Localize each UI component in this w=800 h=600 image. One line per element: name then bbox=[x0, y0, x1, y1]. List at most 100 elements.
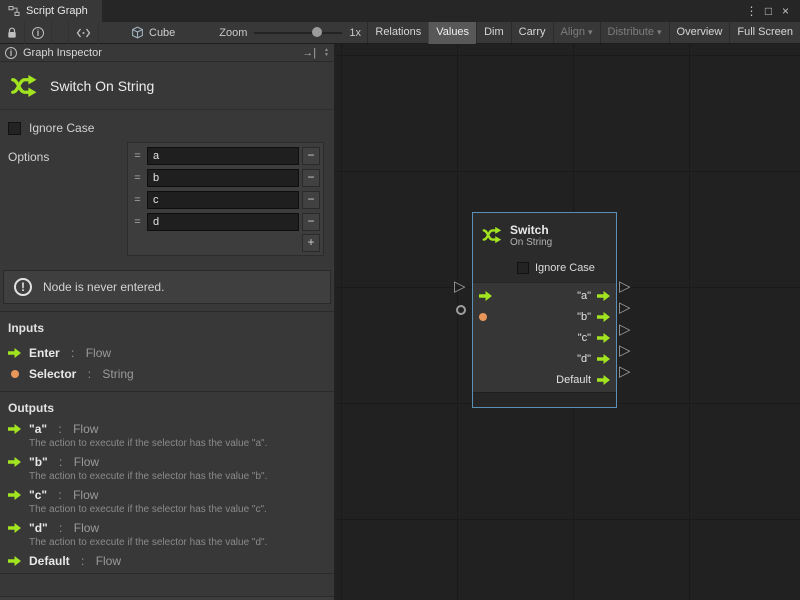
inspector-node-title-row: Switch On String bbox=[0, 62, 334, 110]
output-item-d: "d" : Flow The action to execute if the … bbox=[0, 521, 334, 548]
lock-button[interactable] bbox=[0, 22, 25, 44]
port-row-c: "c" bbox=[473, 327, 616, 348]
flow-arrow-icon[interactable] bbox=[597, 375, 610, 385]
output-name: Default bbox=[29, 554, 70, 568]
drag-handle-icon[interactable]: = bbox=[131, 216, 144, 228]
graph-target-selector[interactable]: Cube bbox=[125, 22, 181, 44]
remove-option-button[interactable]: − bbox=[302, 147, 320, 165]
flow-arrow-icon bbox=[8, 523, 21, 533]
fullscreen-button[interactable]: Full Screen bbox=[729, 22, 800, 44]
add-option-button[interactable]: + bbox=[302, 234, 320, 252]
node-title: Switch bbox=[510, 223, 552, 237]
flow-arrow-icon[interactable] bbox=[597, 312, 610, 322]
flow-arrow-icon[interactable] bbox=[597, 333, 610, 343]
overview-button[interactable]: Overview bbox=[669, 22, 730, 44]
target-label: Cube bbox=[149, 27, 175, 39]
output-item-b: "b" : Flow The action to execute if the … bbox=[0, 455, 334, 482]
output-type: Flow bbox=[96, 554, 121, 568]
ignore-case-checkbox[interactable] bbox=[8, 122, 21, 135]
flow-arrow-icon[interactable] bbox=[479, 291, 492, 301]
output-default-connector[interactable]: ▷ bbox=[619, 364, 631, 379]
output-c-connector[interactable]: ▷ bbox=[619, 322, 631, 337]
output-type: Flow bbox=[74, 455, 99, 469]
zoom-slider-track bbox=[254, 32, 342, 34]
info-icon: i bbox=[32, 27, 44, 39]
remove-option-button[interactable]: − bbox=[302, 169, 320, 187]
port-row-d: "d" bbox=[473, 348, 616, 369]
graph-toolbar: i Cube Zoom 1x Relations Values Di bbox=[0, 22, 800, 44]
switch-icon bbox=[481, 224, 503, 246]
values-button[interactable]: Values bbox=[428, 22, 476, 44]
port-label-c: "c" bbox=[578, 332, 591, 344]
node-ignore-case-checkbox[interactable] bbox=[517, 262, 529, 274]
tab-script-graph[interactable]: Script Graph bbox=[0, 0, 102, 22]
selector-port-connector[interactable] bbox=[456, 305, 466, 315]
menu-icon[interactable]: ⋮ bbox=[743, 4, 760, 18]
enter-port-connector[interactable]: ▷ bbox=[454, 279, 466, 294]
maximize-icon[interactable]: □ bbox=[760, 4, 777, 18]
remove-option-button[interactable]: − bbox=[302, 191, 320, 209]
option-row: = − bbox=[131, 212, 320, 232]
relations-button[interactable]: Relations bbox=[367, 22, 428, 44]
output-description: The action to execute if the selector ha… bbox=[0, 537, 334, 548]
flow-arrow-icon bbox=[8, 457, 21, 467]
scroll-arrows[interactable]: ▲ ▼ bbox=[324, 48, 329, 58]
port-row-a: "a" bbox=[473, 285, 616, 306]
dock-icon[interactable]: →| bbox=[302, 47, 316, 59]
output-item-a: "a" : Flow The action to execute if the … bbox=[0, 422, 334, 449]
output-item-default: Default : Flow bbox=[0, 554, 334, 567]
warning-text: Node is never entered. bbox=[43, 280, 164, 294]
graph-inspector-panel: i Graph Inspector →| ▲ ▼ Switch On Strin… bbox=[0, 44, 335, 600]
output-b-connector[interactable]: ▷ bbox=[619, 300, 631, 315]
graph-canvas[interactable]: ▷ ▷ ▷ ▷ ▷ ▷ Switch On String bbox=[335, 44, 800, 600]
warning-icon: ! bbox=[14, 278, 32, 296]
drag-handle-icon[interactable]: = bbox=[131, 172, 144, 184]
drag-handle-icon[interactable]: = bbox=[131, 150, 144, 162]
value-port-icon[interactable] bbox=[479, 313, 487, 321]
switch-icon bbox=[9, 71, 39, 101]
switch-on-string-node[interactable]: Switch On String Ignore Case "a" "b" bbox=[472, 212, 617, 408]
flow-arrow-icon bbox=[8, 348, 21, 358]
options-list: = − = − = − = − bbox=[127, 142, 324, 256]
info-button[interactable]: i bbox=[25, 22, 52, 44]
ignore-case-label: Ignore Case bbox=[29, 121, 94, 135]
output-name: "c" bbox=[29, 488, 47, 502]
output-name: "b" bbox=[29, 455, 48, 469]
flow-arrow-icon[interactable] bbox=[597, 291, 610, 301]
node-subtitle: On String bbox=[510, 237, 552, 248]
port-label-d: "d" bbox=[577, 353, 591, 365]
inspector-footer bbox=[0, 573, 334, 600]
output-d-connector[interactable]: ▷ bbox=[619, 343, 631, 358]
input-name: Enter bbox=[29, 346, 60, 360]
tab-bar: Script Graph ⋮ □ × bbox=[0, 0, 800, 22]
carry-button[interactable]: Carry bbox=[511, 22, 553, 44]
tab-title: Script Graph bbox=[26, 5, 88, 17]
chevron-down-icon: ▾ bbox=[588, 27, 593, 37]
zoom-slider-knob[interactable] bbox=[312, 27, 322, 37]
info-icon: i bbox=[5, 47, 17, 59]
output-type: Flow bbox=[73, 422, 98, 436]
dim-button[interactable]: Dim bbox=[476, 22, 511, 44]
cube-icon bbox=[131, 26, 144, 39]
output-item-c: "c" : Flow The action to execute if the … bbox=[0, 488, 334, 515]
node-footer bbox=[473, 392, 616, 407]
align-button[interactable]: Align▾ bbox=[553, 22, 600, 44]
output-a-connector[interactable]: ▷ bbox=[619, 279, 631, 294]
output-type: Flow bbox=[74, 521, 99, 535]
option-input[interactable] bbox=[147, 147, 299, 165]
distribute-button[interactable]: Distribute▾ bbox=[600, 22, 669, 44]
chevron-down-icon: ▾ bbox=[657, 27, 662, 37]
option-input[interactable] bbox=[147, 169, 299, 187]
scroll-down-icon[interactable]: ▼ bbox=[324, 53, 329, 58]
option-input[interactable] bbox=[147, 213, 299, 231]
option-input[interactable] bbox=[147, 191, 299, 209]
flow-arrow-icon[interactable] bbox=[597, 354, 610, 364]
window-controls: ⋮ □ × bbox=[743, 0, 800, 22]
flow-arrow-icon bbox=[8, 556, 21, 566]
code-view-button[interactable] bbox=[68, 22, 99, 44]
remove-option-button[interactable]: − bbox=[302, 213, 320, 231]
close-icon[interactable]: × bbox=[777, 4, 794, 18]
zoom-slider[interactable] bbox=[254, 22, 342, 44]
drag-handle-icon[interactable]: = bbox=[131, 194, 144, 206]
options-label: Options bbox=[8, 150, 49, 164]
